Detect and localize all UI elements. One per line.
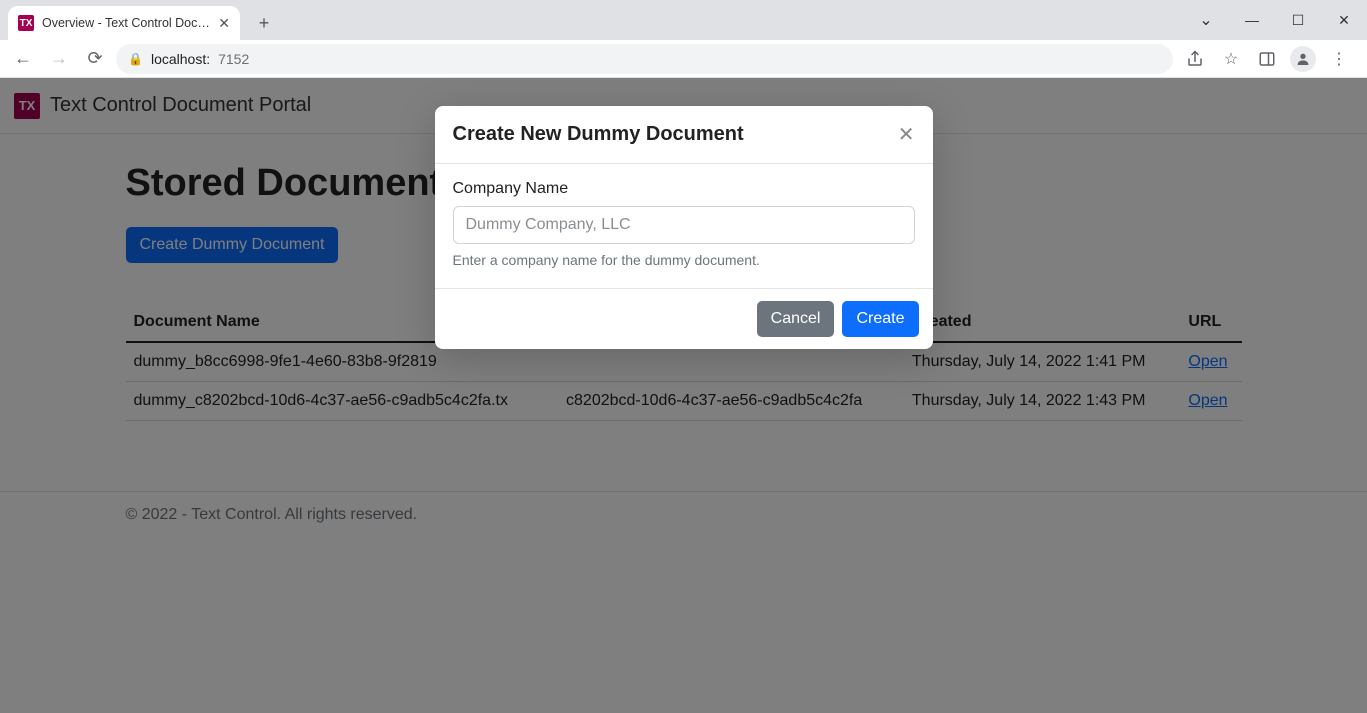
url-host: localhost: <box>151 51 210 67</box>
modal-header: Create New Dummy Document ✕ <box>435 106 933 164</box>
modal-overlay[interactable]: Create New Dummy Document ✕ Company Name… <box>0 78 1367 713</box>
create-button[interactable]: Create <box>842 301 918 337</box>
profile-avatar[interactable] <box>1287 43 1319 75</box>
favicon: TX <box>18 15 34 31</box>
browser-frame: TX Overview - Text Control Document Port… <box>0 0 1367 713</box>
chevron-down-icon[interactable]: ⌄ <box>1183 0 1229 40</box>
omnibox[interactable]: 🔒 localhost: 7152 <box>116 44 1173 74</box>
close-window-icon[interactable]: ✕ <box>1321 0 1367 40</box>
side-panel-icon[interactable] <box>1251 43 1283 75</box>
create-document-modal: Create New Dummy Document ✕ Company Name… <box>435 106 933 349</box>
tab-title: Overview - Text Control Document Portal <box>42 16 210 30</box>
share-icon[interactable] <box>1179 43 1211 75</box>
address-bar: ← → ⟳ 🔒 localhost: 7152 ☆ ⋮ <box>0 40 1367 78</box>
close-tab-icon[interactable]: ✕ <box>218 15 230 32</box>
company-name-label: Company Name <box>453 180 915 198</box>
lock-icon: 🔒 <box>128 52 143 66</box>
reload-button[interactable]: ⟳ <box>80 44 110 74</box>
modal-body: Company Name Enter a company name for th… <box>435 164 933 288</box>
window-controls: ⌄ ― ☐ ✕ <box>1183 0 1367 40</box>
kebab-menu-icon[interactable]: ⋮ <box>1323 43 1355 75</box>
titlebar: TX Overview - Text Control Document Port… <box>0 0 1367 40</box>
maximize-icon[interactable]: ☐ <box>1275 0 1321 40</box>
new-tab-button[interactable]: + <box>250 9 278 37</box>
modal-close-icon[interactable]: ✕ <box>898 122 915 147</box>
forward-button[interactable]: → <box>44 44 74 74</box>
url-port: 7152 <box>218 51 249 67</box>
bookmark-star-icon[interactable]: ☆ <box>1215 43 1247 75</box>
company-name-input[interactable] <box>453 206 915 244</box>
company-name-hint: Enter a company name for the dummy docum… <box>453 252 915 268</box>
browser-tab[interactable]: TX Overview - Text Control Document Port… <box>8 6 240 40</box>
back-button[interactable]: ← <box>8 44 38 74</box>
cancel-button[interactable]: Cancel <box>757 301 835 337</box>
modal-title: Create New Dummy Document <box>453 123 744 146</box>
modal-footer: Cancel Create <box>435 288 933 349</box>
minimize-icon[interactable]: ― <box>1229 0 1275 40</box>
toolbar-right: ☆ ⋮ <box>1179 43 1359 75</box>
viewport: TX Text Control Document Portal Stored D… <box>0 78 1367 713</box>
